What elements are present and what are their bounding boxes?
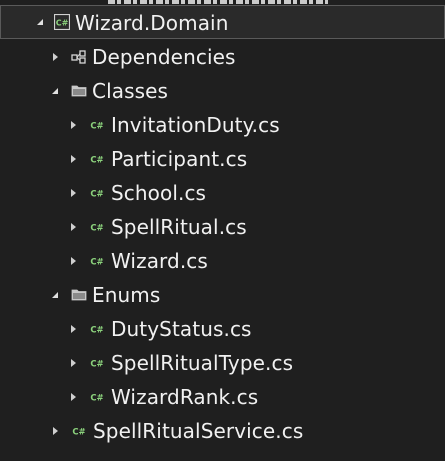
- expand-arrow-icon[interactable]: [35, 17, 45, 27]
- tree-item-label: Wizard.cs: [111, 249, 208, 273]
- tree-item-file[interactable]: C# WizardRank.cs: [0, 380, 445, 414]
- csharp-file-icon: C#: [89, 253, 105, 269]
- collapse-arrow-icon[interactable]: [68, 324, 78, 334]
- folder-icon: [71, 287, 87, 303]
- tree-item-label: Participant.cs: [111, 147, 248, 171]
- tree-item-label: DutyStatus.cs: [111, 317, 252, 341]
- csharp-file-icon: C#: [89, 151, 105, 167]
- csharp-project-icon: C#: [53, 13, 71, 31]
- tree-item-label: InvitationDuty.cs: [111, 113, 280, 137]
- tree-item-file[interactable]: C# SpellRitualService.cs: [0, 414, 445, 448]
- csharp-file-icon: C#: [89, 185, 105, 201]
- folder-icon: [71, 83, 87, 99]
- svg-text:C#: C#: [90, 156, 103, 166]
- tree-item-enums-folder[interactable]: Enums: [0, 278, 445, 312]
- solution-explorer-tree: C# Wizard.Domain Dependencies Classes C#…: [0, 0, 445, 461]
- collapse-arrow-icon[interactable]: [50, 426, 60, 436]
- csharp-file-icon: C#: [89, 321, 105, 337]
- tree-item-label: SpellRitual.cs: [111, 215, 247, 239]
- csharp-file-icon: C#: [89, 117, 105, 133]
- collapse-arrow-icon[interactable]: [68, 392, 78, 402]
- csharp-file-icon: C#: [89, 389, 105, 405]
- csharp-file-icon: C#: [89, 355, 105, 371]
- tree-item-label: Enums: [92, 283, 161, 307]
- svg-text:C#: C#: [90, 122, 103, 132]
- tree-item-label: Wizard.Domain: [75, 11, 229, 35]
- collapse-arrow-icon[interactable]: [68, 154, 78, 164]
- svg-text:C#: C#: [90, 360, 103, 370]
- tree-item-label: Dependencies: [92, 45, 236, 69]
- tree-item-label: SpellRitualType.cs: [111, 351, 294, 375]
- expand-arrow-icon[interactable]: [50, 86, 60, 96]
- collapse-arrow-icon[interactable]: [50, 52, 60, 62]
- collapse-arrow-icon[interactable]: [68, 358, 78, 368]
- tree-item-label: WizardRank.cs: [111, 385, 259, 409]
- csharp-file-icon: C#: [89, 219, 105, 235]
- csharp-file-icon: C#: [71, 423, 87, 439]
- collapse-arrow-icon[interactable]: [68, 188, 78, 198]
- tree-item-file[interactable]: C# Wizard.cs: [0, 244, 445, 278]
- tree-item-label: SpellRitualService.cs: [93, 419, 304, 443]
- collapse-arrow-icon[interactable]: [68, 120, 78, 130]
- tree-item-file[interactable]: C# SpellRitualType.cs: [0, 346, 445, 380]
- svg-text:C#: C#: [72, 428, 85, 438]
- tree-item-file[interactable]: C# School.cs: [0, 176, 445, 210]
- tree-item-dependencies[interactable]: Dependencies: [0, 40, 445, 74]
- tree-item-file[interactable]: C# SpellRitual.cs: [0, 210, 445, 244]
- svg-text:C#: C#: [90, 326, 103, 336]
- svg-text:C#: C#: [90, 394, 103, 404]
- collapse-arrow-icon[interactable]: [68, 256, 78, 266]
- tree-item-file[interactable]: C# InvitationDuty.cs: [0, 108, 445, 142]
- dependencies-icon: [71, 49, 87, 65]
- tree-item-label: School.cs: [111, 181, 207, 205]
- svg-text:C#: C#: [90, 190, 103, 200]
- tree-item-classes-folder[interactable]: Classes: [0, 74, 445, 108]
- tree-item-label: Classes: [92, 79, 169, 103]
- svg-text:C#: C#: [90, 258, 103, 268]
- tree-item-file[interactable]: C# DutyStatus.cs: [0, 312, 445, 346]
- expand-arrow-icon[interactable]: [50, 290, 60, 300]
- collapse-arrow-icon[interactable]: [68, 222, 78, 232]
- tree-item-file[interactable]: C# Participant.cs: [0, 142, 445, 176]
- svg-text:C#: C#: [56, 19, 69, 28]
- tree-item-project[interactable]: C# Wizard.Domain: [0, 5, 445, 39]
- svg-text:C#: C#: [90, 224, 103, 234]
